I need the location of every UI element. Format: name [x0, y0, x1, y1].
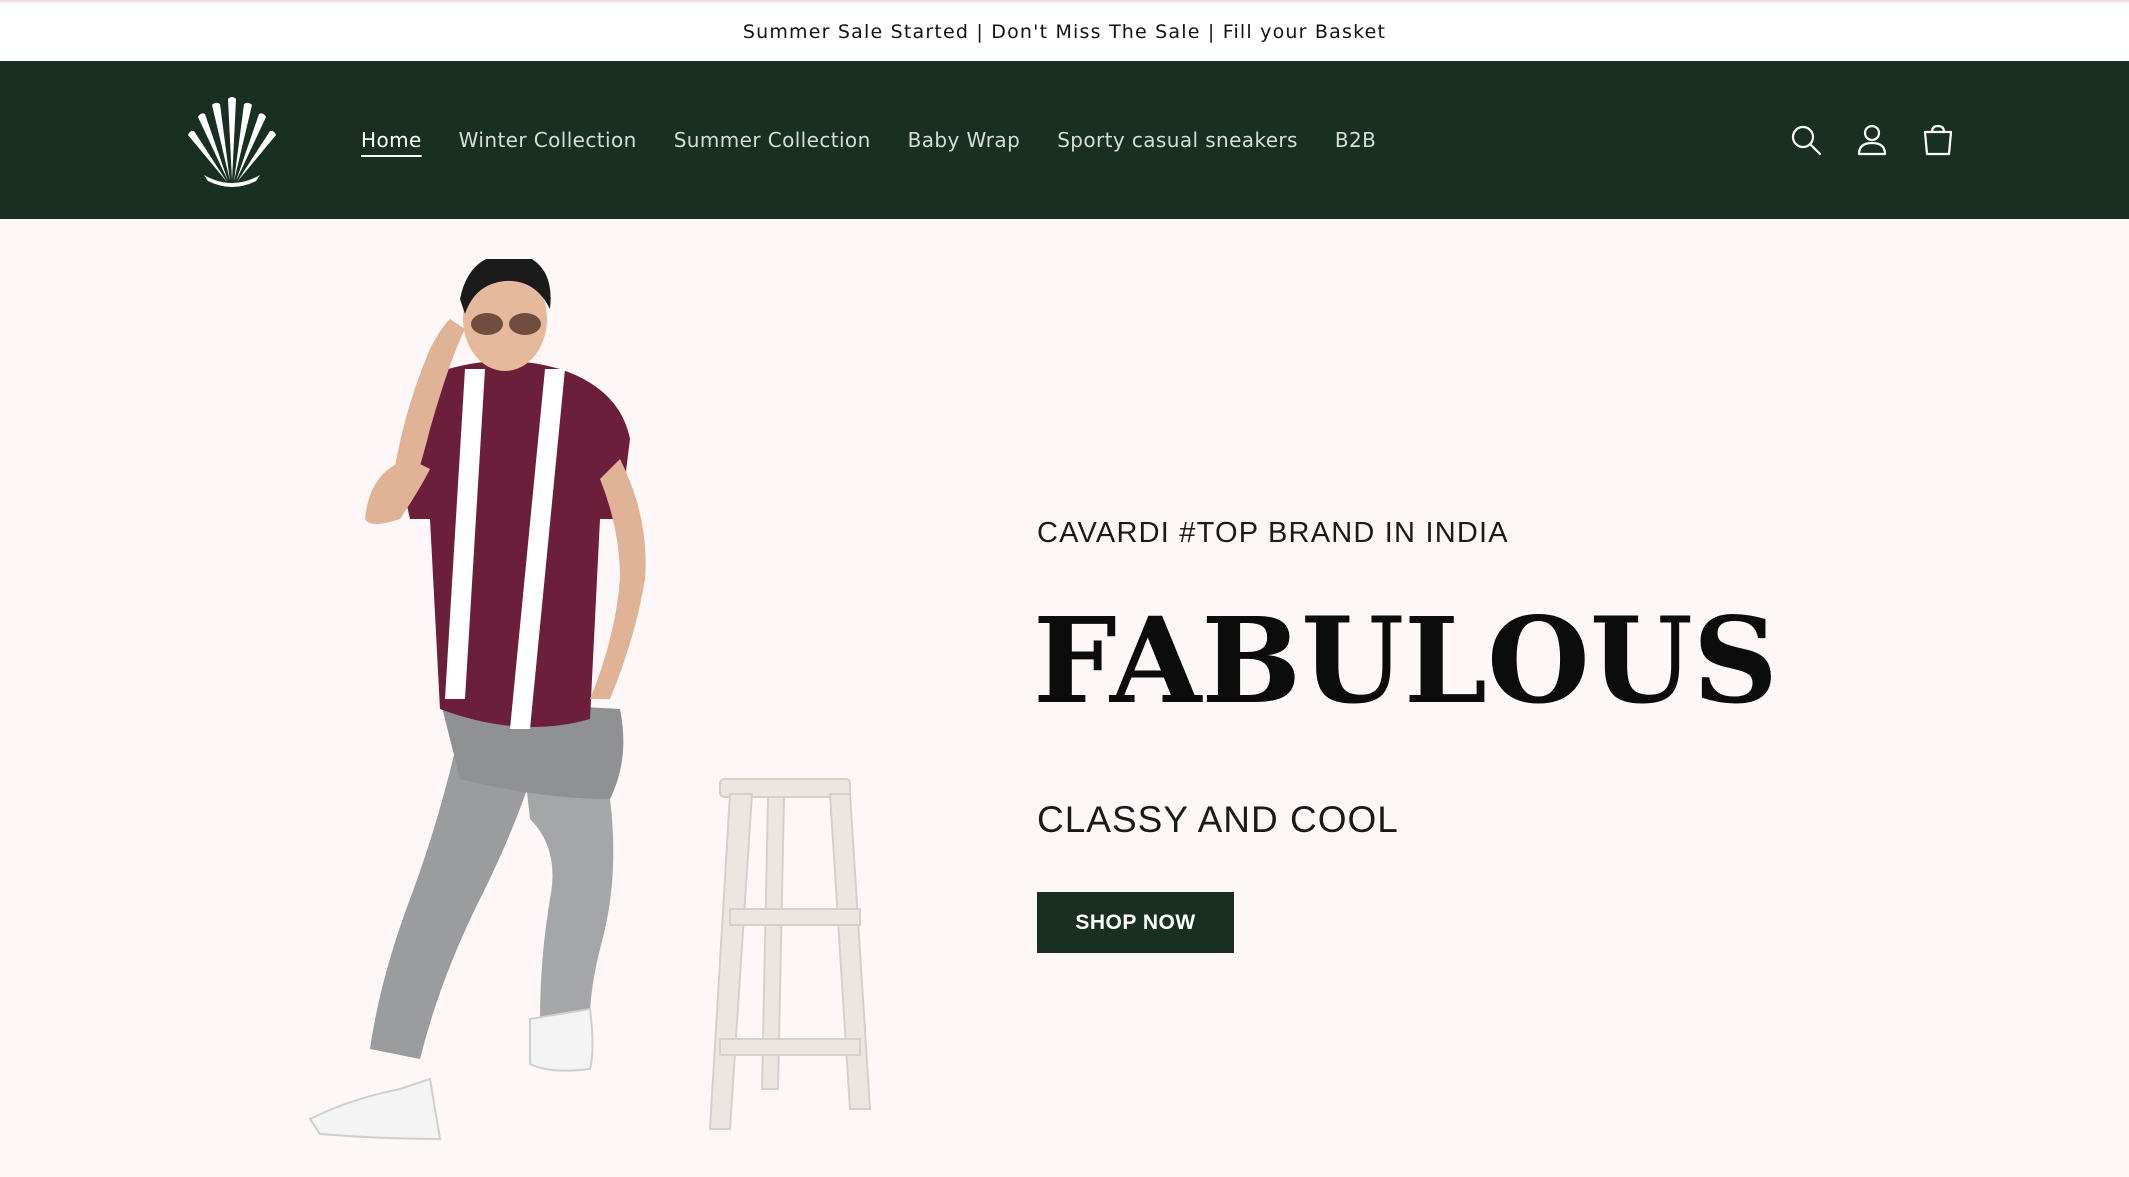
- shell-fan-icon[interactable]: [184, 91, 280, 187]
- announcement-bar: Summer Sale Started | Don't Miss The Sal…: [0, 0, 2129, 61]
- nav-item-baby-wrap[interactable]: Baby Wrap: [908, 128, 1021, 152]
- shop-now-button[interactable]: SHOP NOW: [1037, 892, 1234, 953]
- hero-banner: CAVARDI #TOP BRAND IN INDIA FABULOUS CLA…: [0, 219, 2129, 1177]
- nav-item-winter-collection[interactable]: Winter Collection: [459, 128, 637, 152]
- nav-item-sporty-casual-sneakers[interactable]: Sporty casual sneakers: [1057, 128, 1298, 152]
- nav-item-home[interactable]: Home: [361, 128, 422, 152]
- cart-icon[interactable]: [1920, 122, 1956, 158]
- account-icon[interactable]: [1854, 122, 1890, 158]
- main-nav: Home Winter Collection Summer Collection…: [361, 61, 1413, 219]
- announcement-text: Summer Sale Started | Don't Miss The Sal…: [742, 20, 1387, 43]
- logo-graphic: [188, 97, 276, 187]
- hero-headline: FABULOUS: [1033, 591, 1778, 730]
- header-icons: [1788, 61, 1956, 219]
- nav-item-summer-collection[interactable]: Summer Collection: [674, 128, 871, 152]
- hero-subline: CLASSY AND COOL: [1037, 799, 1399, 840]
- hero-model-image: [290, 253, 930, 1169]
- hero-tagline: CAVARDI #TOP BRAND IN INDIA: [1037, 517, 1509, 549]
- search-icon[interactable]: [1788, 122, 1824, 158]
- nav-item-b2b[interactable]: B2B: [1335, 128, 1376, 152]
- site-header: Home Winter Collection Summer Collection…: [0, 61, 2129, 219]
